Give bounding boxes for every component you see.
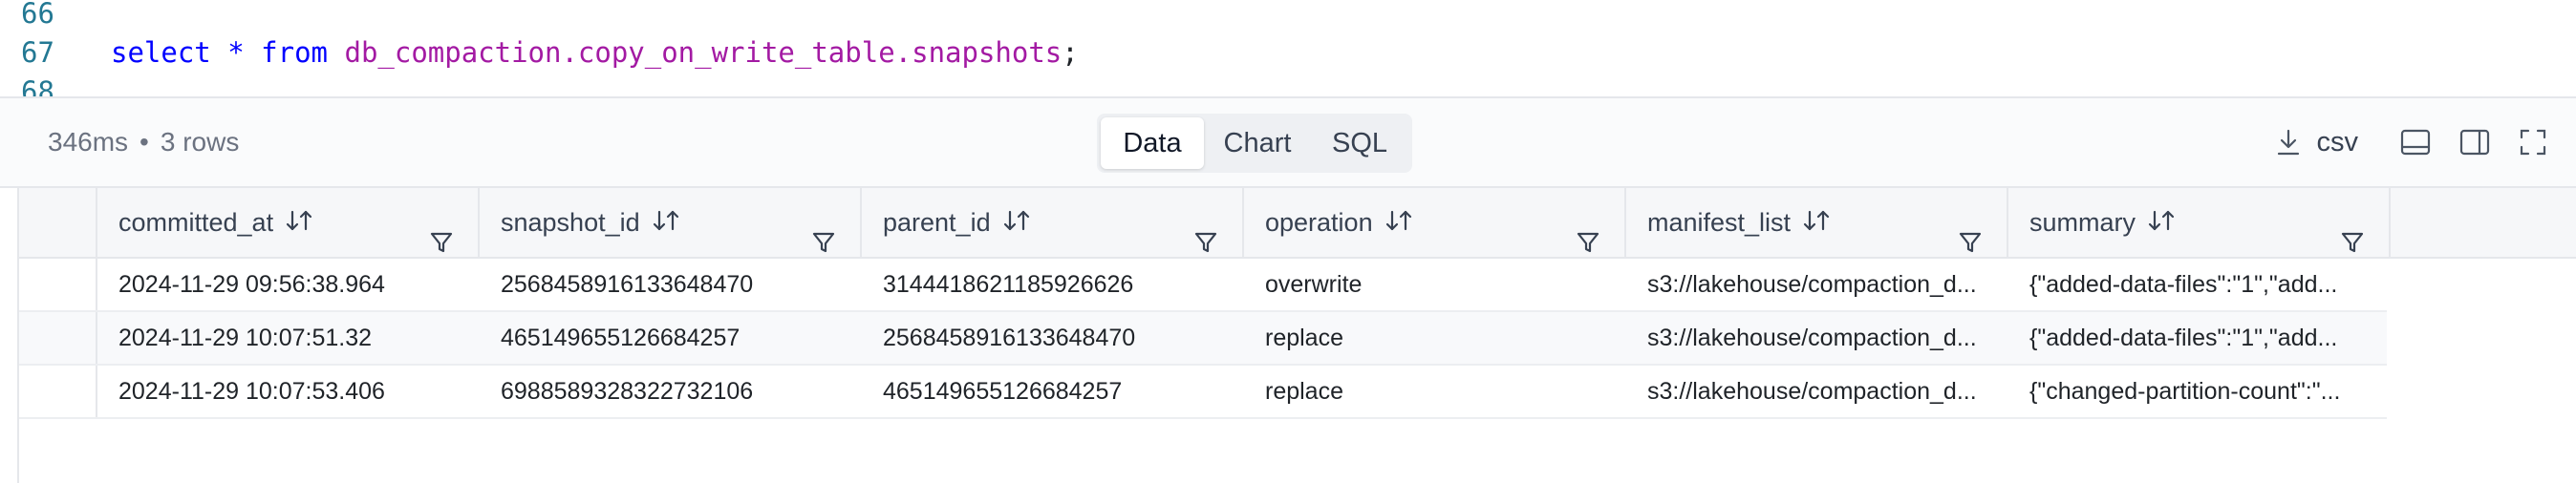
tab-chart[interactable]: Chart xyxy=(1204,117,1311,169)
cell-manifest-list[interactable]: s3://lakehouse/compaction_d... xyxy=(1626,366,2008,417)
filter-icon[interactable] xyxy=(812,211,835,257)
editor-line: 66 xyxy=(0,0,2576,31)
cell-manifest-list[interactable]: s3://lakehouse/compaction_d... xyxy=(1626,259,2008,310)
results-toolbar: 346ms • 3 rows Data Chart SQL csv xyxy=(0,96,2576,188)
filter-icon[interactable] xyxy=(430,211,453,257)
sort-icon[interactable] xyxy=(1385,188,1413,257)
table-identifier: db_compaction.copy_on_write_table.snapsh… xyxy=(344,36,1063,69)
table-row[interactable]: 2024-11-29 10:07:53.406 6988589328322732… xyxy=(19,366,2387,419)
cell-operation[interactable]: replace xyxy=(1244,312,1626,364)
results-grid: committed_at snapshot_id parent_id opera… xyxy=(17,188,2576,483)
view-toggle: Data Chart SQL xyxy=(1097,114,1412,173)
download-csv-button[interactable]: csv xyxy=(2275,126,2359,158)
fullscreen-button[interactable] xyxy=(2519,128,2547,157)
column-header-committed-at[interactable]: committed_at xyxy=(97,188,480,257)
filter-icon[interactable] xyxy=(1577,211,1599,257)
cell-summary[interactable]: {"changed-partition-count":"... xyxy=(2008,366,2387,417)
statement-terminator: ; xyxy=(1062,36,1079,69)
query-duration: 346ms xyxy=(48,127,129,157)
line-number: 68 xyxy=(21,75,54,96)
panel-right-button[interactable] xyxy=(2459,128,2490,157)
table-header: committed_at snapshot_id parent_id opera… xyxy=(19,188,2576,259)
sort-icon[interactable] xyxy=(285,188,313,257)
select-star: * xyxy=(227,36,245,69)
filter-icon[interactable] xyxy=(2341,211,2364,257)
row-number-cell xyxy=(19,312,97,364)
result-actions: csv xyxy=(2246,98,2548,186)
filter-icon[interactable] xyxy=(1194,211,1217,257)
download-icon xyxy=(2275,128,2302,157)
cell-manifest-list[interactable]: s3://lakehouse/compaction_d... xyxy=(1626,312,2008,364)
row-count: 3 rows xyxy=(160,127,240,157)
cell-committed-at[interactable]: 2024-11-29 10:07:53.406 xyxy=(97,366,480,417)
cell-parent-id[interactable]: 3144418621185926626 xyxy=(862,259,1244,310)
cell-snapshot-id[interactable]: 465149655126684257 xyxy=(480,312,862,364)
cell-operation[interactable]: replace xyxy=(1244,366,1626,417)
column-header-summary[interactable]: summary xyxy=(2008,188,2391,257)
cell-snapshot-id[interactable]: 6988589328322732106 xyxy=(480,366,862,417)
tab-sql[interactable]: SQL xyxy=(1311,117,1408,169)
sort-icon[interactable] xyxy=(652,188,680,257)
fullscreen-icon xyxy=(2519,128,2547,157)
line-number: 66 xyxy=(21,0,54,30)
cell-snapshot-id[interactable]: 2568458916133648470 xyxy=(480,259,862,310)
query-stats: 346ms • 3 rows xyxy=(48,98,239,186)
row-number-cell xyxy=(19,366,97,417)
cell-summary[interactable]: {"added-data-files":"1","add... xyxy=(2008,259,2387,310)
column-header-operation[interactable]: operation xyxy=(1244,188,1626,257)
cell-summary[interactable]: {"added-data-files":"1","add... xyxy=(2008,312,2387,364)
keyword-select: select xyxy=(111,36,211,69)
stats-separator: • xyxy=(140,127,149,157)
table-row[interactable]: 2024-11-29 09:56:38.964 2568458916133648… xyxy=(19,259,2387,312)
panel-bottom-icon xyxy=(2400,128,2431,157)
column-header-manifest-list[interactable]: manifest_list xyxy=(1626,188,2008,257)
cell-committed-at[interactable]: 2024-11-29 09:56:38.964 xyxy=(97,259,480,310)
editor-line[interactable]: 67 select * from db_compaction.copy_on_w… xyxy=(0,35,2576,70)
row-number-header xyxy=(19,188,97,257)
column-header-snapshot-id[interactable]: snapshot_id xyxy=(480,188,862,257)
tab-data[interactable]: Data xyxy=(1101,117,1204,169)
panel-right-icon xyxy=(2459,128,2490,157)
sort-icon[interactable] xyxy=(1802,188,1831,257)
cell-parent-id[interactable]: 465149655126684257 xyxy=(862,366,1244,417)
sql-editor[interactable]: 66 67 select * from db_compaction.copy_o… xyxy=(0,0,2576,96)
download-csv-label: csv xyxy=(2316,126,2359,158)
filter-icon[interactable] xyxy=(1959,211,1982,257)
cell-parent-id[interactable]: 2568458916133648470 xyxy=(862,312,1244,364)
column-title: manifest_list xyxy=(1647,208,1792,237)
cell-operation[interactable]: overwrite xyxy=(1244,259,1626,310)
column-title: summary xyxy=(2029,208,2136,237)
line-number: 67 xyxy=(21,36,54,69)
sql-statement[interactable]: select * from db_compaction.copy_on_writ… xyxy=(111,35,1079,70)
column-title: snapshot_id xyxy=(501,208,640,237)
editor-line: 68 xyxy=(0,74,2576,96)
keyword-from: from xyxy=(261,36,329,69)
cell-committed-at[interactable]: 2024-11-29 10:07:51.32 xyxy=(97,312,480,364)
panel-bottom-button[interactable] xyxy=(2400,128,2431,157)
column-title: parent_id xyxy=(883,208,991,237)
table-row[interactable]: 2024-11-29 10:07:51.32 46514965512668425… xyxy=(19,312,2387,366)
column-title: committed_at xyxy=(118,208,274,237)
column-header-parent-id[interactable]: parent_id xyxy=(862,188,1244,257)
sort-icon[interactable] xyxy=(1002,188,1031,257)
sort-icon[interactable] xyxy=(2147,188,2176,257)
row-number-cell xyxy=(19,259,97,310)
column-title: operation xyxy=(1265,208,1373,237)
